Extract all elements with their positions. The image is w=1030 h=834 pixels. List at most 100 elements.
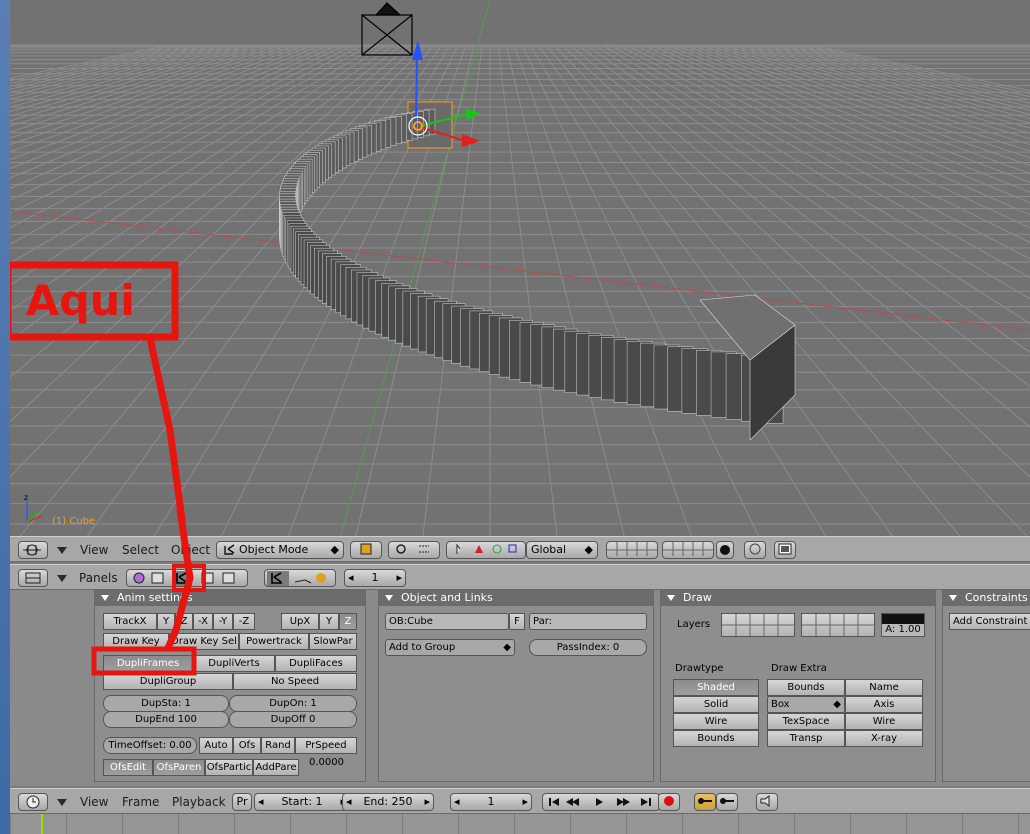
menu-view[interactable]: View <box>80 543 108 557</box>
upx-button[interactable]: UpX <box>281 613 319 630</box>
object-layers-2[interactable] <box>801 613 875 637</box>
proportional-edit-button[interactable] <box>744 541 766 559</box>
manipulator-buttons[interactable] <box>446 541 526 559</box>
powertrack-button[interactable]: Powertrack <box>239 633 309 650</box>
dupend-field[interactable]: DupEnd 100 <box>103 711 229 728</box>
editor-type-button[interactable] <box>18 541 48 559</box>
insert-key-button[interactable] <box>716 793 738 811</box>
record-button[interactable] <box>658 793 680 811</box>
render-button[interactable] <box>774 541 796 559</box>
upz-button[interactable]: Z <box>339 613 357 630</box>
draw-extra-wire[interactable]: Wire <box>845 713 923 730</box>
timeline-tick <box>514 814 515 834</box>
slowpar-button[interactable]: SlowPar <box>309 633 357 650</box>
track-neg-z-button[interactable]: -Z <box>233 613 255 630</box>
timeline-menu-view[interactable]: View <box>80 795 108 809</box>
prspeed-button[interactable]: PrSpeed <box>295 737 357 754</box>
dupon-field[interactable]: DupOn: 1 <box>229 695 357 712</box>
panel-title[interactable]: Constraints <box>943 591 1030 606</box>
preview-range-button[interactable]: Pr <box>232 793 252 811</box>
keying-set-button[interactable] <box>694 793 716 811</box>
menu-object[interactable]: Object <box>171 543 210 557</box>
draw-key-button[interactable]: Draw Key <box>103 633 169 650</box>
dupligroup-button[interactable]: DupliGroup <box>103 673 233 690</box>
time-offset-field[interactable]: TimeOffset: 0.00 <box>103 737 197 754</box>
end-frame-field[interactable]: End: 250 ◂ ▸ <box>342 793 434 811</box>
add-to-group-menu[interactable]: Add to Group ◆ <box>385 639 515 656</box>
duplifaces-button[interactable]: DupliFaces <box>275 655 357 672</box>
layer-buttons-1[interactable] <box>606 541 658 559</box>
pivot-button[interactable] <box>388 541 440 559</box>
object-color-alpha[interactable]: A: 1.00 <box>881 613 925 637</box>
dupoff-field[interactable]: DupOff 0 <box>229 711 357 728</box>
dupliframes-button[interactable]: DupliFrames <box>103 655 193 672</box>
timeline-menu-frame[interactable]: Frame <box>122 795 159 809</box>
ofspartic-button[interactable]: OfsPartic <box>205 759 253 776</box>
ofsedit-button[interactable]: OfsEdit <box>103 759 153 776</box>
drawtype-bounds[interactable]: Bounds <box>673 730 759 747</box>
layer-buttons-2[interactable] <box>662 541 714 559</box>
subcontext-buttons[interactable] <box>264 569 336 587</box>
dupliverts-button[interactable]: DupliVerts <box>193 655 275 672</box>
mode-select[interactable]: Object Mode ◆ <box>216 541 344 559</box>
draw-extra-texspace[interactable]: TexSpace <box>767 713 845 730</box>
start-frame-field[interactable]: Start: 1◂▸ <box>254 793 350 811</box>
drawtype-solid[interactable]: Solid <box>673 696 759 713</box>
trackz-button[interactable]: Z <box>175 613 193 630</box>
current-frame-field[interactable]: 1 ◂ ▸ <box>450 793 532 811</box>
drawtype-wire[interactable]: Wire <box>673 713 759 730</box>
frame-number-field[interactable]: 1 ◂ ▸ <box>344 569 406 587</box>
auto-button[interactable]: Auto <box>199 737 233 754</box>
panel-title[interactable]: Draw <box>661 591 935 606</box>
playback-controls[interactable] <box>542 793 660 811</box>
dupsta-field[interactable]: DupSta: 1 <box>103 695 229 712</box>
draw-extra-xray[interactable]: X-ray <box>845 730 923 747</box>
object-mode-icon <box>224 544 235 555</box>
panel-title[interactable]: Anim settings <box>95 591 365 606</box>
draw-extra-transp[interactable]: Transp <box>767 730 845 747</box>
draw-extra-bounds[interactable]: Bounds <box>767 679 845 696</box>
3d-viewport[interactable]: z (1) Cube Aqui <box>10 0 1030 538</box>
tracky-button[interactable]: Y <box>157 613 175 630</box>
orientation-select[interactable]: Global ◆ <box>526 541 598 559</box>
object-layers-1[interactable] <box>721 613 795 637</box>
timeline-ruler[interactable] <box>10 814 1030 834</box>
draw-extra-axis[interactable]: Axis <box>845 696 923 713</box>
collapse-menu-icon[interactable] <box>57 547 67 554</box>
constraints-panel: Constraints Add Constraint <box>942 590 1030 782</box>
fake-user-button[interactable]: F <box>509 613 525 630</box>
collapse-menu-icon[interactable] <box>57 799 67 806</box>
upy-button[interactable]: Y <box>319 613 339 630</box>
panel-title[interactable]: Object and Links <box>379 591 653 606</box>
track-neg-y-button[interactable]: -Y <box>213 613 233 630</box>
draw-extra-name[interactable]: Name <box>845 679 923 696</box>
menu-select[interactable]: Select <box>122 543 159 557</box>
add-constraint-button[interactable]: Add Constraint <box>949 613 1030 630</box>
drawtype-shaded[interactable]: Shaded <box>673 679 759 696</box>
draw-key-sel-button[interactable]: Draw Key Sel <box>169 633 239 650</box>
rand-button[interactable]: Rand <box>261 737 295 754</box>
bounds-type-menu[interactable]: Box ◆ <box>767 696 845 713</box>
menu-panels[interactable]: Panels <box>79 571 118 585</box>
draw-panel: Draw Layers A: 1.00 Drawtype Draw Extra … <box>660 590 936 782</box>
editor-type-button[interactable] <box>18 793 48 811</box>
timeline-menu-playback[interactable]: Playback <box>172 795 226 809</box>
lock-layer-button[interactable] <box>716 541 734 559</box>
shading-button[interactable] <box>350 541 382 559</box>
pass-index-field[interactable]: PassIndex: 0 <box>529 639 647 656</box>
audio-button[interactable] <box>756 793 778 811</box>
timeline-tick <box>738 814 739 834</box>
track-neg-x-button[interactable]: -X <box>193 613 213 630</box>
ofs-button[interactable]: Ofs <box>233 737 261 754</box>
object-name-field[interactable]: OB:Cube <box>385 613 509 630</box>
context-buttons[interactable] <box>126 569 248 587</box>
ofsparen-button[interactable]: OfsParen <box>153 759 205 776</box>
addpare-button[interactable]: AddPare <box>253 759 299 776</box>
no-speed-button[interactable]: No Speed <box>233 673 357 690</box>
parent-field[interactable]: Par: <box>529 613 647 630</box>
arrow-left-icon: ◂ <box>454 795 460 808</box>
current-frame-marker[interactable] <box>41 814 43 834</box>
editor-type-button[interactable] <box>18 569 48 587</box>
trackx-button[interactable]: TrackX <box>103 613 157 630</box>
collapse-menu-icon[interactable] <box>57 575 67 582</box>
